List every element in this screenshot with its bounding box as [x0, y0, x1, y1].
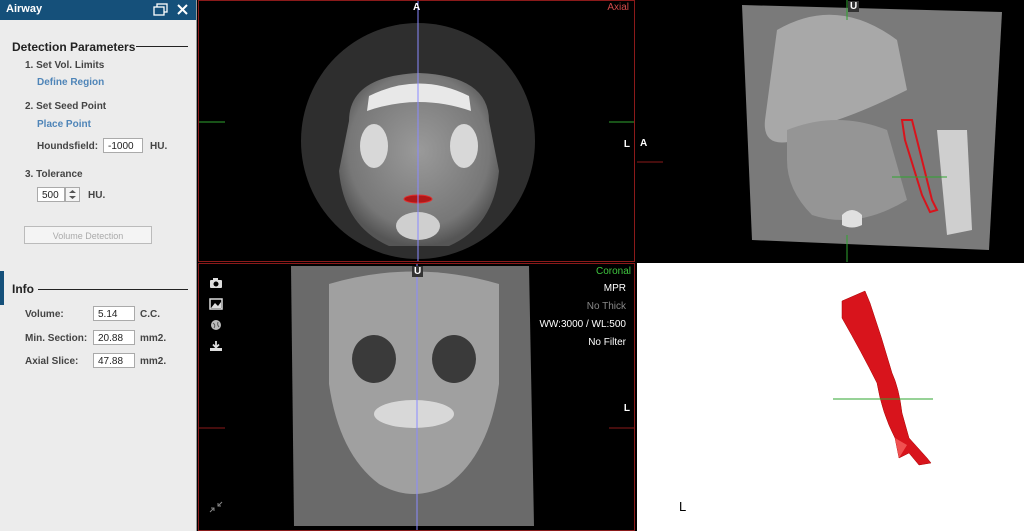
- collapse-arrows-icon[interactable]: [209, 500, 223, 513]
- tolerance-unit: HU.: [88, 190, 106, 201]
- sagittal-ct-image: [637, 0, 1002, 262]
- axial-ct-image: [199, 1, 634, 261]
- houndsfield-unit: HU.: [150, 141, 168, 152]
- step-set-seed-point: 2. Set Seed Point: [25, 101, 107, 112]
- coronal-view-label: Coronal: [595, 266, 631, 277]
- axial-view-label: Axial: [607, 2, 629, 13]
- axial-viewport[interactable]: A Axial L: [198, 0, 635, 262]
- image-icon[interactable]: [209, 297, 223, 310]
- airway-3d-model: [833, 290, 933, 466]
- volume-3d-marker: L: [679, 499, 687, 514]
- tolerance-stepper[interactable]: [65, 187, 80, 202]
- tolerance-input[interactable]: 500: [37, 187, 65, 202]
- info-label-axial-slice: Axial Slice:: [25, 356, 79, 367]
- globe-icon[interactable]: [209, 318, 223, 330]
- step-set-vol-limits: 1. Set Vol. Limits: [25, 60, 105, 71]
- coronal-viewport[interactable]: U Coronal MPR No Thick WW:3000 / WL:500 …: [198, 263, 635, 531]
- sagittal-left-marker: A: [640, 138, 648, 149]
- info-label-min-section: Min. Section:: [25, 333, 88, 344]
- coronal-thickness: No Thick: [586, 301, 626, 312]
- define-region-link[interactable]: Define Region: [37, 77, 104, 88]
- sagittal-top-marker: U: [848, 1, 860, 12]
- info-label-volume: Volume:: [25, 309, 64, 320]
- volume-3d-viewport[interactable]: L: [637, 263, 1024, 531]
- info-unit-axial-slice: mm2.: [140, 356, 167, 367]
- info-heading: Info: [12, 282, 34, 296]
- axial-right-marker: L: [623, 139, 630, 150]
- houndsfield-label: Houndsfield:: [37, 141, 99, 152]
- camera-icon[interactable]: [209, 276, 223, 288]
- houndsfield-input[interactable]: -1000: [103, 138, 143, 153]
- info-value-min-section: 20.88: [93, 330, 135, 345]
- close-icon[interactable]: [176, 3, 189, 21]
- panel-title: Airway: [6, 3, 43, 15]
- coronal-right-marker: L: [623, 403, 630, 414]
- step-tolerance: 3. Tolerance: [25, 169, 83, 180]
- volume-detection-button[interactable]: Volume Detection: [24, 226, 152, 244]
- info-accent-bar: [0, 271, 4, 305]
- place-point-link[interactable]: Place Point: [37, 119, 91, 130]
- axial-top-marker: A: [413, 2, 421, 13]
- restore-window-icon[interactable]: [153, 3, 168, 21]
- info-unit-min-section: mm2.: [140, 333, 167, 344]
- coronal-render-mode: MPR: [603, 283, 626, 294]
- download-icon[interactable]: [209, 339, 223, 351]
- info-value-volume: 5.14: [93, 306, 135, 321]
- info-unit-volume: C.C.: [140, 309, 160, 320]
- divider: [38, 289, 188, 290]
- divider: [136, 46, 188, 47]
- sagittal-viewport[interactable]: U A: [637, 0, 1024, 262]
- info-section-header: Info: [0, 271, 196, 305]
- stepper-arrows-icon: [69, 190, 76, 199]
- detection-parameters-heading: Detection Parameters: [12, 40, 136, 54]
- coronal-window-level: WW:3000 / WL:500: [539, 319, 626, 330]
- coronal-ct-image: [199, 264, 634, 530]
- panel-titlebar: Airway: [0, 0, 196, 20]
- info-value-axial-slice: 47.88: [93, 353, 135, 368]
- airway-panel: Airway Detection Parameters 1. Set Vol. …: [0, 0, 197, 531]
- coronal-top-marker: U: [412, 266, 424, 277]
- coronal-filter: No Filter: [588, 337, 626, 348]
